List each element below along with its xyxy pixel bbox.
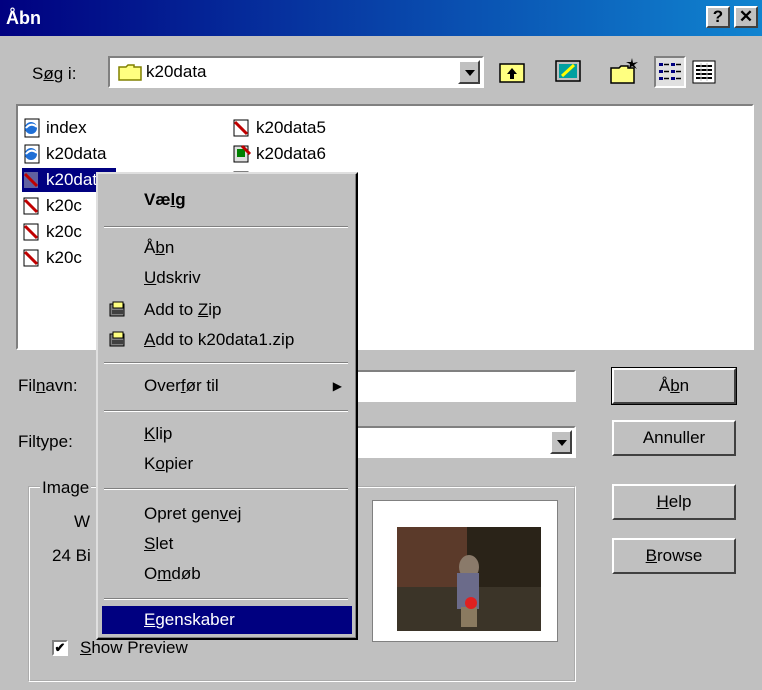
filetype-label: Filtype:	[18, 432, 73, 451]
filetype-dropdown-button[interactable]	[550, 430, 572, 454]
file-item[interactable]: index	[22, 116, 87, 140]
desktop-icon	[555, 60, 581, 82]
new-folder-button[interactable]	[608, 56, 640, 88]
help-button[interactable]: Help	[612, 484, 736, 520]
menu-separator	[104, 598, 348, 600]
open-button[interactable]: Åbn	[611, 367, 737, 405]
menu-separator	[104, 410, 348, 412]
browse-button[interactable]: Browse	[612, 538, 736, 574]
desktop-button[interactable]	[552, 56, 584, 88]
file-item[interactable]: k20c	[22, 194, 82, 218]
image-file-icon	[233, 144, 252, 163]
html-file-icon	[24, 118, 40, 138]
file-item[interactable]: k20c	[22, 246, 82, 270]
details-view-icon	[692, 60, 716, 84]
image-file-icon	[23, 223, 39, 241]
file-item[interactable]: k20data6	[232, 142, 326, 166]
image-bits-text: 24 Bi	[52, 546, 91, 565]
menu-item-send-to[interactable]: Overfør til ▶	[102, 372, 352, 400]
image-file-icon	[23, 197, 39, 215]
folder-icon	[118, 64, 142, 81]
help-title-button[interactable]: ?	[706, 6, 730, 28]
menu-item-delete[interactable]: Slet	[102, 530, 352, 558]
html-file-icon	[24, 144, 40, 164]
menu-item-create-shortcut[interactable]: Opret genvej	[102, 500, 352, 528]
submenu-arrow-icon: ▶	[332, 379, 342, 393]
image-group-label: Image	[40, 478, 92, 498]
cancel-button[interactable]: Annuller	[612, 420, 736, 456]
lookin-combo[interactable]: k20data	[108, 56, 484, 88]
list-view-button[interactable]	[654, 56, 686, 88]
lookin-value: k20data	[146, 62, 207, 81]
file-item[interactable]: k20c	[22, 220, 82, 244]
menu-item-copy[interactable]: Kopier	[102, 450, 352, 478]
details-view-button[interactable]	[688, 56, 720, 88]
close-button[interactable]: ✕	[734, 6, 758, 28]
menu-item-rename[interactable]: Omdøb	[102, 560, 352, 588]
dialog-title: Åbn	[6, 8, 41, 28]
menu-item-add-to-zip[interactable]: Add to Zip	[102, 296, 352, 324]
menu-item-properties[interactable]: Egenskaber	[102, 606, 352, 634]
menu-item-select[interactable]: Vælg	[102, 186, 352, 214]
lookin-label: Søg i:	[32, 64, 77, 83]
show-preview-label: Show Preview	[80, 638, 188, 657]
title-bar[interactable]: Åbn ? ✕	[0, 0, 762, 36]
lookin-dropdown-button[interactable]	[458, 60, 480, 84]
image-file-icon	[23, 172, 39, 188]
up-folder-icon	[499, 63, 525, 83]
preview-photo	[397, 527, 541, 631]
file-item[interactable]: k20data5	[232, 116, 326, 140]
menu-separator	[104, 226, 348, 228]
image-preview	[372, 500, 558, 642]
up-folder-button[interactable]	[496, 56, 528, 88]
winzip-icon	[109, 331, 125, 347]
filename-label: Filnavn:	[18, 376, 78, 395]
menu-item-open[interactable]: Åbn	[102, 234, 352, 262]
new-folder-icon	[610, 58, 638, 84]
menu-item-cut[interactable]: Klip	[102, 420, 352, 448]
image-file-icon	[233, 119, 249, 137]
menu-item-add-to-named-zip[interactable]: Add to k20data1.zip	[102, 326, 352, 354]
show-preview-checkbox[interactable]: ✔	[52, 640, 68, 656]
image-width-text: W	[74, 512, 91, 531]
image-file-icon	[23, 249, 39, 267]
list-view-icon	[659, 63, 681, 80]
menu-item-print[interactable]: Udskriv	[102, 264, 352, 292]
menu-separator	[104, 362, 348, 364]
file-item[interactable]: k20data	[22, 142, 107, 166]
menu-separator	[104, 488, 348, 490]
winzip-icon	[109, 301, 125, 317]
context-menu: Vælg Åbn Udskriv Add to Zip Add to k20da…	[96, 172, 358, 640]
